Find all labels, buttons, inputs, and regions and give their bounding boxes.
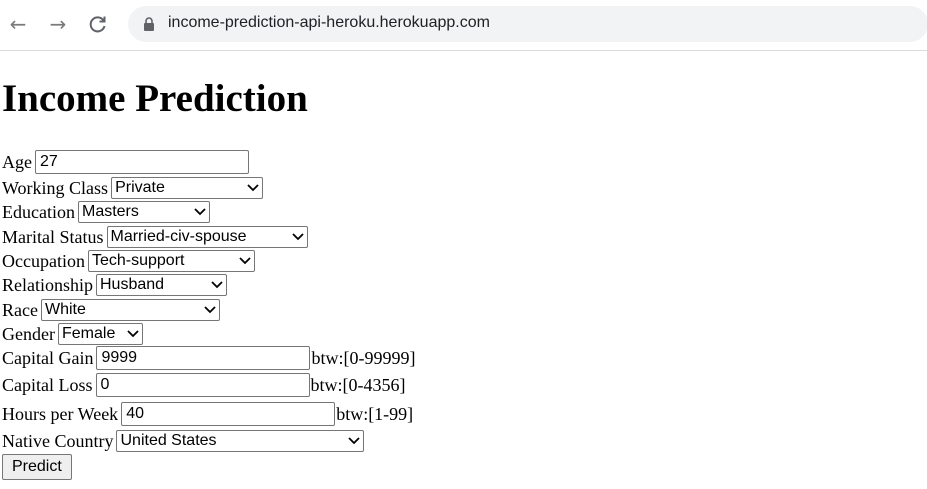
education-value: Masters	[81, 203, 139, 220]
relationship-label: Relationship	[2, 274, 93, 295]
capital-gain-hint: btw:[0-99999]	[311, 347, 416, 368]
hours-per-week-input[interactable]: 40	[121, 402, 336, 426]
capital-loss-label: Capital Loss	[2, 374, 93, 395]
page-title: Income Prediction	[2, 77, 308, 120]
capital-loss-row: Capital Loss 0 btw:[0-4356]	[2, 372, 405, 398]
age-label: Age	[2, 151, 32, 172]
chevron-down-icon	[194, 208, 206, 216]
chevron-down-icon	[204, 306, 216, 314]
chevron-down-icon	[291, 233, 304, 241]
url-text: income-prediction-api-heroku.herokuapp.c…	[168, 14, 490, 31]
occupation-label: Occupation	[2, 250, 85, 271]
marital-status-row: Marital Status Married-civ-spouse	[2, 224, 308, 250]
capital-loss-hint: btw:[0-4356]	[310, 374, 406, 395]
native-country-label: Native Country	[2, 430, 114, 451]
gender-value: Female	[61, 325, 116, 342]
education-label: Education	[2, 201, 75, 222]
working-class-select[interactable]: Private	[111, 177, 264, 199]
working-class-row: Working Class Private	[2, 175, 264, 201]
age-input[interactable]: 27	[35, 150, 249, 174]
browser-toolbar: ← → income-prediction-api-heroku.herokua…	[0, 0, 927, 51]
chevron-down-icon	[348, 437, 361, 445]
predict-button[interactable]: Predict	[2, 454, 72, 480]
chevron-down-icon	[211, 281, 223, 289]
back-arrow-icon[interactable]: ←	[6, 12, 30, 36]
reload-icon[interactable]	[86, 12, 110, 36]
capital-gain-label: Capital Gain	[2, 347, 94, 368]
chevron-down-icon	[127, 330, 139, 338]
address-bar[interactable]: income-prediction-api-heroku.herokuapp.c…	[128, 6, 927, 42]
occupation-select[interactable]: Tech-support	[87, 250, 255, 272]
working-class-label: Working Class	[2, 177, 109, 198]
occupation-value: Tech-support	[91, 252, 185, 269]
native-country-row: Native Country United States	[2, 428, 365, 454]
race-value: White	[44, 301, 86, 318]
relationship-value: Husband	[100, 276, 165, 293]
race-select[interactable]: White	[40, 299, 220, 321]
page-content: Income Prediction Age 27 Working Class P…	[0, 51, 927, 489]
forward-arrow-icon[interactable]: →	[46, 12, 70, 36]
capital-loss-input[interactable]: 0	[95, 373, 310, 397]
race-row: Race White	[2, 297, 220, 323]
marital-status-select[interactable]: Married-civ-spouse	[106, 226, 308, 248]
native-country-value: United States	[120, 432, 217, 449]
marital-status-value: Married-civ-spouse	[110, 228, 247, 245]
hours-per-week-row: Hours per Week 40 btw:[1-99]	[2, 401, 413, 427]
marital-status-label: Marital Status	[2, 226, 104, 247]
working-class-value: Private	[115, 179, 165, 196]
hours-per-week-label: Hours per Week	[2, 403, 119, 424]
capital-gain-row: Capital Gain 9999 btw:[0-99999]	[2, 345, 415, 371]
native-country-select[interactable]: United States	[116, 430, 365, 452]
education-select[interactable]: Masters	[77, 201, 210, 223]
gender-label: Gender	[2, 323, 55, 344]
hours-per-week-hint: btw:[1-99]	[336, 403, 414, 424]
chevron-down-icon	[239, 257, 251, 265]
occupation-row: Occupation Tech-support	[2, 248, 255, 274]
age-row: Age 27	[2, 149, 249, 175]
relationship-row: Relationship Husband	[2, 272, 227, 298]
gender-row: Gender Female	[2, 321, 143, 347]
chevron-down-icon	[247, 184, 259, 192]
race-label: Race	[2, 299, 38, 320]
relationship-select[interactable]: Husband	[96, 274, 227, 296]
gender-select[interactable]: Female	[57, 323, 143, 345]
capital-gain-input[interactable]: 9999	[96, 346, 311, 370]
education-row: Education Masters	[2, 199, 210, 225]
lock-icon	[144, 17, 154, 31]
